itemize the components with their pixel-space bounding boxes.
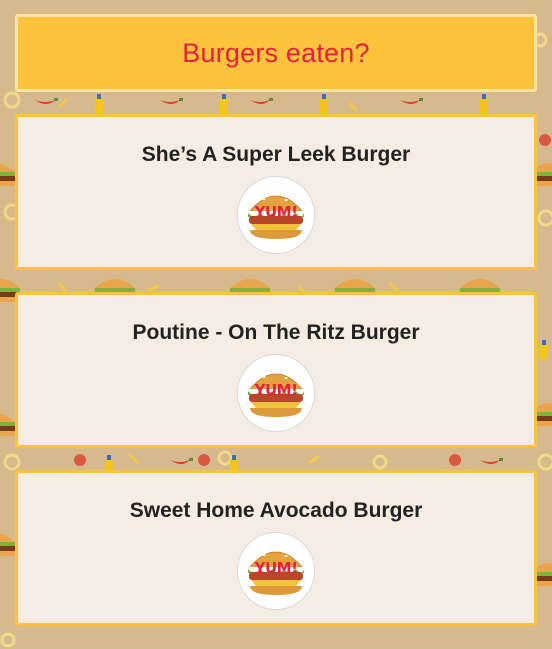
yum-label: YUM! [254, 203, 298, 221]
burger-card: Poutine - On The Ritz Burger YUM! [15, 292, 537, 448]
page-title: Burgers eaten? [182, 37, 370, 68]
yum-label: YUM! [254, 559, 298, 577]
burger-name: She’s A Super Leek Burger [141, 143, 411, 166]
burger-card: She’s A Super Leek Burger YUM! [15, 114, 537, 270]
yum-button[interactable]: YUM! [237, 176, 315, 254]
yum-button[interactable]: YUM! [237, 532, 315, 610]
burger-name: Poutine - On The Ritz Burger [132, 321, 420, 344]
burger-name: Sweet Home Avocado Burger [129, 499, 423, 522]
page-header: Burgers eaten? [15, 14, 537, 92]
burger-card: Sweet Home Avocado Burger YUM! [15, 470, 537, 626]
yum-label: YUM! [254, 381, 298, 399]
yum-button[interactable]: YUM! [237, 354, 315, 432]
